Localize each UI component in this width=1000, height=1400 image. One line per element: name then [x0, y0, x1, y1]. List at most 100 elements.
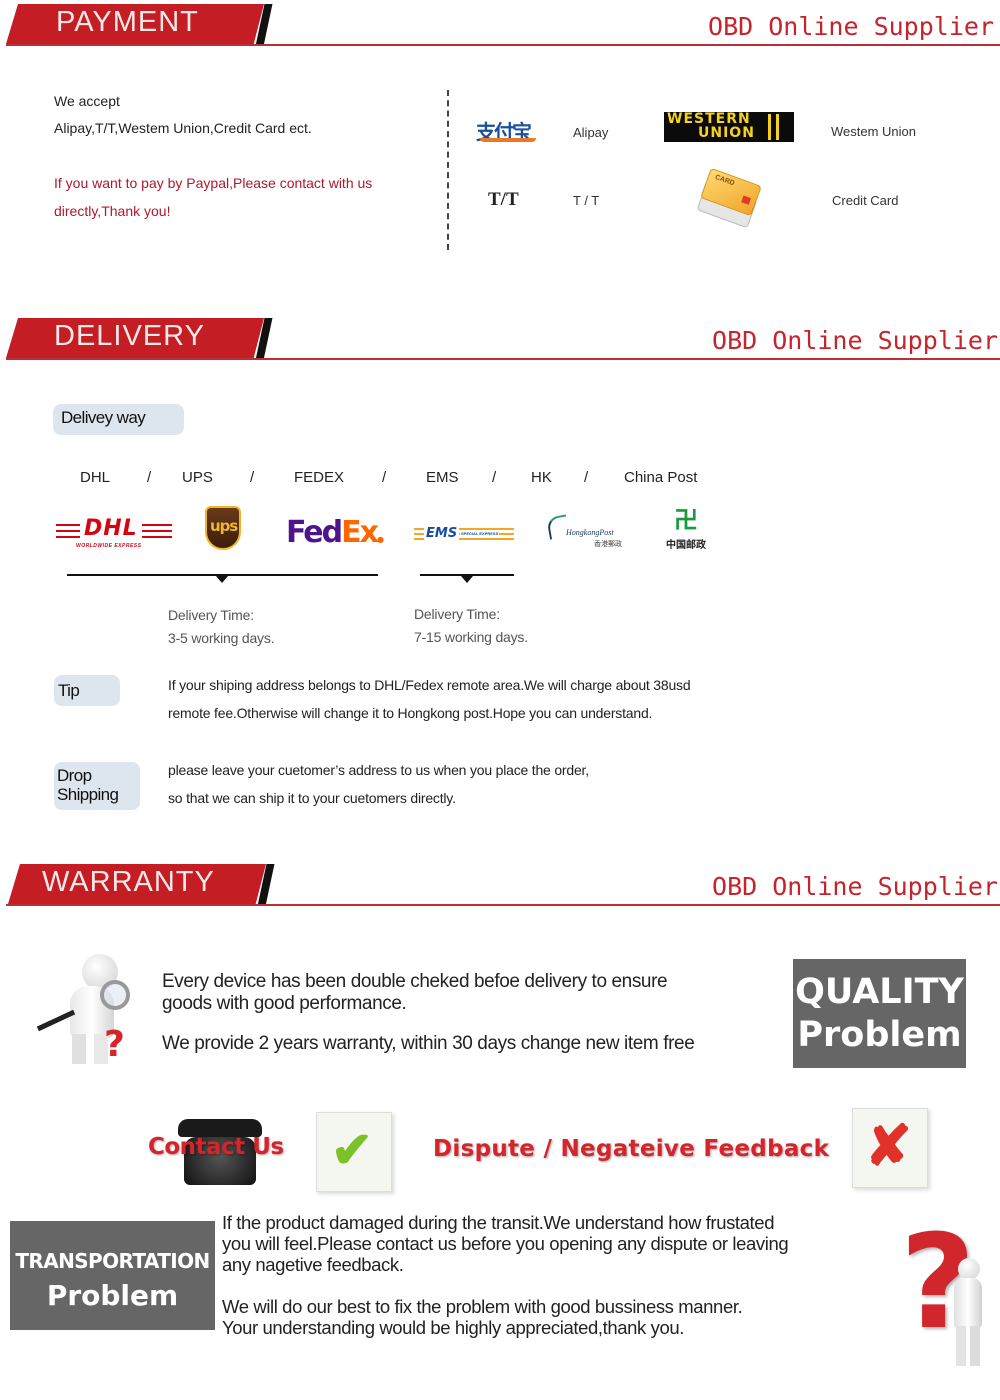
check-line2: goods with good performance.	[162, 993, 407, 1014]
carrier-hk: HK	[531, 469, 552, 486]
hongkong-post-logo: HongkongPost 香港郵政	[546, 514, 630, 552]
question-figure-icon: ?	[896, 1206, 996, 1372]
check-line1: Every device has been double cheked befo…	[162, 971, 668, 992]
post-time-label: Delivery Time:	[414, 606, 500, 622]
ups-text: ups	[210, 517, 238, 535]
quality-line2: Problem	[797, 1015, 962, 1055]
quality-line1: QUALITY	[795, 972, 964, 1012]
header-line	[6, 904, 1000, 906]
alipay-swoosh	[480, 138, 536, 142]
transportation-problem-box: TRANSPORTATION Problem	[10, 1221, 215, 1330]
brand-label: OBD Online Supplier	[712, 872, 998, 901]
delivery-title: DELIVERY	[54, 320, 205, 352]
tt-logo: T/T	[488, 189, 519, 210]
figure-leg	[72, 1034, 86, 1064]
warranty-title: WARRANTY	[42, 866, 215, 898]
warranty-line: We provide 2 years warranty, within 30 d…	[162, 1033, 695, 1054]
carrier-separator: /	[147, 469, 152, 486]
payment-header: PAYMENT OBD Online Supplier	[0, 0, 1000, 50]
card-chip	[741, 195, 752, 205]
carrier-separator: /	[250, 469, 255, 486]
carrier-china-post: China Post	[624, 469, 698, 486]
figure-body	[954, 1278, 982, 1328]
carrier-separator: /	[382, 469, 387, 486]
inspector-figure-icon: ?	[30, 950, 140, 1070]
check-note-icon: ✔	[316, 1112, 392, 1192]
drop-label-line1: Drop	[57, 766, 92, 785]
fedex-ex: Ex	[341, 515, 379, 550]
china-post-text: 中国邮政	[666, 540, 706, 551]
figure-leg	[956, 1326, 966, 1366]
hk-text: HongkongPost	[566, 528, 614, 537]
transport-text-line3: any nagetive feedback.	[222, 1254, 404, 1275]
transport-text-line1: If the product damaged during the transi…	[222, 1212, 775, 1233]
wu-bar	[776, 114, 779, 140]
dhl-text: DHL	[80, 517, 142, 541]
transport-line1: TRANSPORTATION	[15, 1249, 210, 1273]
accept-methods: Alipay,T/T,Westem Union,Credit Card ect.	[54, 120, 312, 136]
payment-title: PAYMENT	[56, 6, 199, 38]
tip-label: Tip	[54, 675, 120, 706]
western-union-logo: WESTERN UNION	[664, 112, 794, 142]
drop-line2: so that we can ship it to your cuetomers…	[168, 790, 456, 806]
transport-text-line4: We will do our best to fix the problem w…	[222, 1296, 743, 1317]
delivery-header: DELIVERY OBD Online Supplier	[0, 314, 1000, 364]
china-post-emblem: 卍	[674, 507, 698, 534]
cross-icon: ✘	[865, 1114, 912, 1177]
divider	[447, 90, 449, 250]
alipay-label: Alipay	[573, 125, 609, 140]
ups-logo: ups	[205, 506, 241, 550]
carrier-ems: EMS	[426, 469, 459, 486]
express-time-label: Delivery Time:	[168, 607, 254, 623]
credit-card-label: Credit Card	[832, 193, 899, 208]
post-time-value: 7-15 working days.	[414, 629, 528, 645]
paypal-note-line2: directly,Thank you!	[54, 203, 171, 219]
western-union-label: Westem Union	[831, 124, 917, 139]
express-group-arrow	[216, 576, 228, 583]
paypal-note-line1: If you want to pay by Paypal,Please cont…	[54, 175, 373, 191]
carrier-ups: UPS	[182, 469, 213, 486]
drop-line1: please leave your cuetomer’s address to …	[168, 762, 589, 778]
post-group-arrow	[461, 576, 473, 583]
drop-shipping-label: Drop Shipping	[54, 762, 140, 810]
china-post-logo: 卍 中国邮政	[662, 508, 710, 552]
dispute-label: Dispute / Negateive Feedback	[433, 1136, 830, 1162]
fedex-fed: Fed	[286, 515, 343, 550]
delivery-way-label: Delivey way	[53, 404, 184, 435]
tip-line1: If your shiping address belongs to DHL/F…	[168, 677, 691, 693]
quality-problem-box: QUALITY Problem	[793, 959, 966, 1068]
question-mark: ?	[104, 1024, 125, 1065]
header-line	[6, 44, 1000, 46]
wu-bar	[768, 114, 771, 140]
checkmark-icon: ✔	[331, 1122, 373, 1178]
carrier-separator: /	[584, 469, 589, 486]
card-text: CARD	[713, 173, 736, 188]
header-line	[6, 358, 1000, 360]
dhl-sub: WORLDWIDE EXPRESS	[76, 543, 142, 549]
ems-sub: SPECIAL EXPRESS	[460, 531, 500, 537]
tt-label: T / T	[573, 193, 600, 208]
dhl-logo: DHL WORLDWIDE EXPRESS	[56, 517, 172, 552]
brand-label: OBD Online Supplier	[708, 12, 994, 41]
carrier-dhl: DHL	[80, 469, 111, 486]
hk-sub: 香港郵政	[594, 541, 622, 548]
credit-card-icon: CARD	[696, 167, 766, 229]
contact-us-label: Contact Us	[148, 1134, 284, 1160]
transport-text-line5: Your understanding would be highly appre…	[222, 1317, 684, 1338]
drop-label-line2: Shipping	[57, 785, 119, 804]
fedex-logo: FedEx●	[286, 515, 384, 550]
transport-line2: Problem	[46, 1279, 179, 1312]
wu-line1: WESTERN	[667, 111, 751, 127]
ems-text: EMS	[424, 526, 460, 542]
transport-text-line2: you will feel.Please contact us before y…	[222, 1233, 789, 1254]
carrier-fedex: FEDEX	[294, 469, 345, 486]
ems-logo: EMS SPECIAL EXPRESS	[414, 526, 514, 544]
figure-leg	[970, 1326, 980, 1366]
express-time-value: 3-5 working days.	[168, 630, 275, 646]
warranty-header: WARRANTY OBD Online Supplier	[0, 860, 1000, 910]
accept-heading: We accept	[54, 93, 120, 109]
magnifier-lens	[100, 980, 130, 1010]
alipay-logo: 支付宝	[476, 116, 540, 146]
brand-label: OBD Online Supplier	[712, 326, 998, 355]
cross-note-icon: ✘	[852, 1108, 928, 1188]
